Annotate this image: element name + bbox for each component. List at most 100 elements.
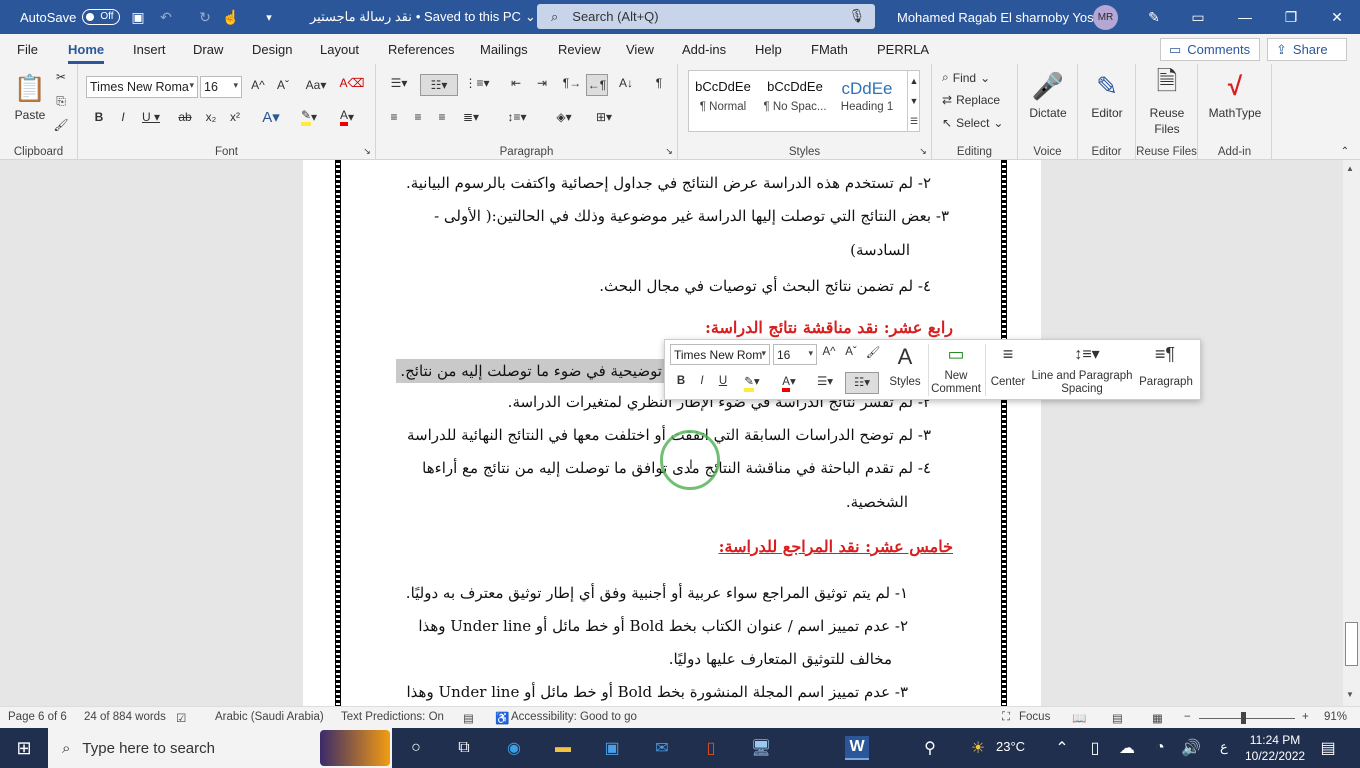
ribbon-display-icon[interactable]: ▭: [1186, 6, 1210, 28]
align-left-icon[interactable]: ≡: [384, 110, 404, 124]
scroll-down-arrow-icon[interactable]: ▼: [1346, 690, 1354, 699]
borders-icon[interactable]: ⊞▾: [586, 110, 622, 124]
document-page[interactable]: ٢- لم تستخدم هذه الدراسة عرض النتائج في …: [303, 160, 1041, 706]
ltr-icon[interactable]: ¶→: [562, 76, 582, 90]
style-heading-1[interactable]: cDdEe Heading 1: [833, 79, 901, 113]
font-name-select[interactable]: Times New Roma ▾: [86, 76, 198, 98]
autosave-toggle[interactable]: Off: [82, 9, 121, 25]
bullets-icon[interactable]: ☰▾: [384, 76, 414, 90]
autosave[interactable]: AutoSave Off: [20, 9, 121, 25]
strikethrough-icon[interactable]: ab: [174, 110, 196, 124]
grow-font-icon[interactable]: A^: [248, 78, 268, 92]
computer-icon[interactable]: 🖥: [749, 736, 773, 760]
justify-icon[interactable]: ≣▾: [456, 110, 486, 124]
dialog-launcher-icon[interactable]: ↘: [664, 146, 674, 157]
tab-file[interactable]: File: [17, 42, 38, 57]
store-icon[interactable]: ▣: [600, 736, 624, 760]
document-title[interactable]: نقد رسالة ماجستير • Saved to this PC ⌄: [310, 9, 536, 25]
multilevel-list-icon[interactable]: ⋮≡▾: [462, 76, 492, 90]
tab-design[interactable]: Design: [252, 42, 292, 57]
mini-size-select[interactable]: 16 ▾: [773, 344, 817, 365]
reuse-button-line2[interactable]: Files: [1140, 122, 1194, 136]
weather-icon[interactable]: ☀: [966, 736, 990, 760]
select-button[interactable]: ↖ Select ⌄: [942, 116, 1016, 130]
scroll-down-icon[interactable]: ▼: [907, 91, 920, 111]
language[interactable]: Arabic (Saudi Arabia): [215, 711, 324, 723]
increase-indent-icon[interactable]: ⇥: [532, 76, 552, 90]
line-spacing-icon[interactable]: ↕≡▾: [1067, 344, 1107, 364]
paste-button[interactable]: Paste: [12, 108, 48, 122]
font-size-select[interactable]: 16 ▾: [200, 76, 242, 98]
bold-icon[interactable]: B: [90, 110, 108, 124]
spacing-line2[interactable]: Spacing: [1030, 383, 1134, 395]
styles-icon[interactable]: A: [887, 344, 923, 370]
save-icon[interactable]: ▣: [127, 6, 149, 28]
cortana-icon[interactable]: ○: [404, 736, 428, 760]
tab-add-ins[interactable]: Add-ins: [682, 42, 726, 57]
format-painter-icon[interactable]: 🖌: [864, 345, 882, 359]
paste-icon[interactable]: 📋: [14, 70, 46, 106]
word-taskbar-icon[interactable]: W: [845, 736, 869, 760]
print-layout-icon[interactable]: ▤: [1112, 711, 1123, 725]
share-button[interactable]: ⇪ Share: [1267, 38, 1347, 61]
minimize-icon[interactable]: —: [1233, 6, 1257, 28]
edge-icon[interactable]: ◉: [502, 736, 526, 760]
align-right-icon[interactable]: ≡: [432, 110, 452, 124]
chevron-up-icon[interactable]: ⌃: [1050, 736, 1074, 760]
web-layout-icon[interactable]: ▦: [1152, 711, 1163, 725]
zoom-level[interactable]: 91%: [1324, 711, 1347, 723]
copy-icon[interactable]: ⎘: [52, 92, 70, 110]
dialog-launcher-icon[interactable]: ↘: [362, 146, 372, 157]
zoom-in-icon[interactable]: +: [1302, 711, 1309, 723]
rtl-icon[interactable]: ←¶: [586, 74, 608, 96]
styles-button[interactable]: Styles: [885, 376, 925, 388]
tab-view[interactable]: View: [626, 42, 654, 57]
task-view-icon[interactable]: ⧉: [452, 736, 476, 760]
underline-icon[interactable]: U ▾: [138, 110, 164, 124]
show-formatting-icon[interactable]: ¶: [650, 76, 668, 90]
cut-icon[interactable]: ✂: [52, 68, 70, 86]
file-explorer-icon[interactable]: ▬: [551, 736, 575, 760]
word-count[interactable]: 24 of 884 words: [84, 711, 166, 723]
dictate-button[interactable]: Dictate: [1022, 106, 1074, 120]
dialog-launcher-icon[interactable]: ↘: [918, 146, 928, 157]
numbering-icon[interactable]: ☷▾: [845, 372, 879, 394]
italic-icon[interactable]: I: [695, 375, 709, 387]
line-spacing-icon[interactable]: ↕≡▾: [500, 110, 534, 124]
text-predictions[interactable]: Text Predictions: On: [341, 711, 444, 723]
touch-mode-icon[interactable]: ☝: [220, 6, 242, 28]
macro-icon[interactable]: ▤: [463, 711, 474, 725]
avatar[interactable]: MR: [1093, 5, 1118, 30]
tab-insert[interactable]: Insert: [133, 42, 166, 57]
new-comment-line2[interactable]: Comment: [929, 383, 983, 395]
volume-icon[interactable]: 🔊: [1179, 736, 1203, 760]
scroll-up-arrow-icon[interactable]: ▲: [1346, 164, 1354, 173]
editor-icon[interactable]: ✎: [1090, 68, 1124, 104]
tab-mailings[interactable]: Mailings: [480, 42, 528, 57]
redo-icon[interactable]: ↻: [194, 6, 216, 28]
office-icon[interactable]: ▯: [699, 736, 723, 760]
replace-button[interactable]: ⇄ Replace: [942, 93, 1016, 107]
shading-icon[interactable]: ◈▾: [546, 110, 582, 124]
clear-formatting-icon[interactable]: A⌫: [340, 76, 365, 90]
shrink-font-icon[interactable]: Aˇ: [273, 78, 293, 92]
windows-start-icon[interactable]: ⊞: [12, 736, 36, 760]
decrease-indent-icon[interactable]: ⇤: [506, 76, 526, 90]
style-normal[interactable]: bCcDdEe ¶ Normal: [689, 79, 757, 113]
text-effects-icon[interactable]: A▾: [256, 108, 286, 126]
highlight-icon[interactable]: ✎▾: [292, 108, 326, 126]
reuse-files-icon[interactable]: 🗎: [1150, 66, 1184, 102]
tab-perrla[interactable]: PERRLA: [877, 42, 929, 57]
battery-icon[interactable]: ▯: [1083, 736, 1107, 760]
change-case-icon[interactable]: Aa▾: [301, 78, 331, 92]
mail-icon[interactable]: ✉: [650, 736, 674, 760]
editor-button[interactable]: Editor: [1082, 106, 1132, 120]
maximize-icon[interactable]: ❐: [1279, 6, 1303, 28]
center-button[interactable]: Center: [987, 376, 1029, 388]
accessibility-status[interactable]: Accessibility: Good to go: [511, 711, 637, 723]
temperature[interactable]: 23°C: [996, 739, 1025, 754]
cloud-icon[interactable]: ☁: [1115, 736, 1139, 760]
bold-icon[interactable]: B: [674, 375, 688, 387]
sort-icon[interactable]: A↓: [616, 76, 636, 90]
italic-icon[interactable]: I: [114, 110, 132, 124]
